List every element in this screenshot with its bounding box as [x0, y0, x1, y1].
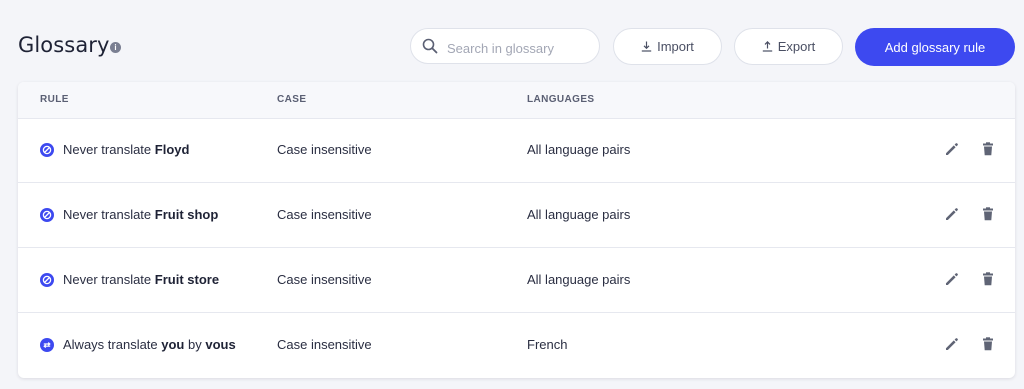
never-translate-icon: [40, 208, 54, 222]
rule-text: Never translate Fruit store: [63, 272, 220, 287]
column-header-rule[interactable]: RULE: [40, 94, 69, 105]
export-label: Export: [777, 39, 816, 54]
download-icon: [641, 41, 652, 52]
add-glossary-rule-button[interactable]: Add glossary rule: [855, 28, 1015, 66]
import-button[interactable]: Import: [613, 28, 722, 65]
rule-text: Never translate Fruit shop: [63, 207, 219, 222]
table-row[interactable]: Never translate Fruit store Case insensi…: [18, 248, 1015, 313]
table-row[interactable]: Always translate you by vous Case insens…: [18, 313, 1015, 378]
glossary-table: RULE CASE LANGUAGES Never translate Floy…: [18, 82, 1015, 378]
edit-pencil-icon[interactable]: [943, 335, 961, 353]
languages-cell: French: [527, 337, 568, 352]
never-translate-icon: [40, 143, 54, 157]
delete-trash-icon[interactable]: [979, 335, 997, 353]
column-header-languages[interactable]: LANGUAGES: [527, 94, 595, 105]
export-button[interactable]: Export: [734, 28, 843, 65]
languages-cell: All language pairs: [527, 272, 631, 287]
delete-trash-icon[interactable]: [979, 140, 997, 158]
languages-cell: All language pairs: [527, 207, 631, 222]
languages-cell: All language pairs: [527, 142, 631, 157]
delete-trash-icon[interactable]: [979, 205, 997, 223]
page-title: Glossary: [18, 33, 110, 57]
case-cell: Case insensitive: [277, 337, 372, 352]
page-header: Glossary i Import Export Add glossary ru…: [0, 0, 1024, 90]
case-cell: Case insensitive: [277, 207, 372, 222]
search-icon: [422, 38, 438, 54]
search-input[interactable]: [445, 37, 594, 59]
info-icon[interactable]: i: [110, 42, 121, 53]
edit-pencil-icon[interactable]: [943, 205, 961, 223]
delete-trash-icon[interactable]: [979, 270, 997, 288]
column-header-case[interactable]: CASE: [277, 94, 306, 105]
import-label: Import: [657, 39, 694, 54]
table-header: RULE CASE LANGUAGES: [18, 82, 1015, 119]
rule-text: Always translate you by vous: [63, 337, 236, 352]
case-cell: Case insensitive: [277, 142, 372, 157]
rule-text: Never translate Floyd: [63, 142, 190, 157]
upload-icon: [762, 41, 772, 52]
always-translate-icon: [40, 338, 54, 352]
table-row[interactable]: Never translate Floyd Case insensitive A…: [18, 118, 1015, 183]
edit-pencil-icon[interactable]: [943, 270, 961, 288]
edit-pencil-icon[interactable]: [943, 140, 961, 158]
case-cell: Case insensitive: [277, 272, 372, 287]
never-translate-icon: [40, 273, 54, 287]
table-row[interactable]: Never translate Fruit shop Case insensit…: [18, 183, 1015, 248]
search-box[interactable]: [410, 28, 600, 64]
